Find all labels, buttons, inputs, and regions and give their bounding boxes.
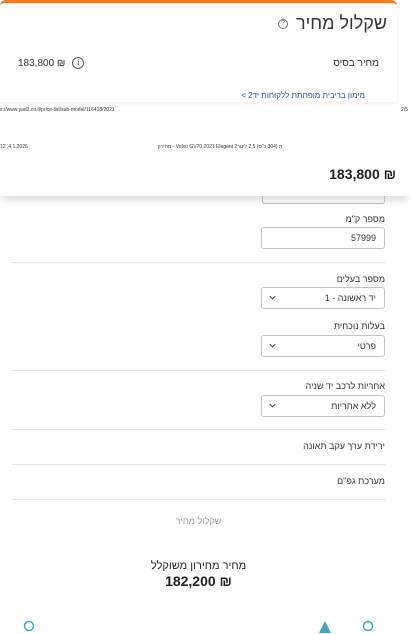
ownership-select[interactable]: פרטי [261, 335, 385, 357]
divider [12, 464, 385, 465]
price-weighting-card: שקלול מחיר ? 183,800 ₪ i מחיר בסיס מימון… [0, 0, 397, 102]
help-icon[interactable]: ? [277, 18, 288, 29]
owners-label: מספר בעלים [336, 274, 385, 284]
base-price-value: 183,800 ₪ [18, 57, 66, 69]
print-url: s://www.yad2.co.il/price-list/sub-model/… [0, 107, 115, 113]
chevron-down-icon [269, 295, 276, 300]
km-label: מספר ק"מ [345, 214, 385, 224]
owners-select-value: 1 - יד ראשונה [324, 293, 376, 303]
accident-devaluation-toggle[interactable]: ירידת ערך עקב תאונה [303, 441, 385, 451]
warranty-select-value: ללא אחריות [331, 401, 376, 411]
final-price-value: 182,200 ₪ [165, 573, 232, 589]
print-doc-title: מחירון - Volvo GV70 2021 Elegant 2ת (304… [158, 144, 283, 150]
sticky-price-value: 183,800 ₪ [329, 166, 396, 182]
chevron-down-icon [269, 343, 276, 348]
triangle-up-icon[interactable] [318, 620, 332, 634]
final-price-label: מחיר מחירון משוקלל [150, 560, 247, 572]
owners-select[interactable]: 1 - יד ראשונה [261, 287, 385, 309]
warranty-label: אחריות לרכב יד שניה [305, 381, 385, 391]
divider [12, 429, 385, 430]
ownership-select-value: פרטי [357, 341, 376, 351]
base-price-value-group: 183,800 ₪ i [18, 57, 85, 69]
print-page-number: 2/5 [401, 107, 408, 113]
print-date: 12 ,4,1,2026 [0, 144, 28, 150]
finance-link[interactable]: מימון בריבית מופחתת ללקוחות יד2 > [241, 91, 365, 100]
location-pin-icon[interactable] [23, 620, 35, 634]
km-input[interactable]: 57999 [261, 227, 385, 249]
ownership-label: בעלות נוכחית [333, 321, 385, 331]
base-price-row: 183,800 ₪ i מחיר בסיס [18, 55, 379, 71]
divider [12, 499, 385, 500]
divider [12, 262, 385, 263]
km-input-value: 57999 [350, 233, 376, 243]
card-header: שקלול מחיר ? [277, 13, 387, 34]
warranty-select[interactable]: ללא אחריות [261, 395, 385, 417]
base-price-label: מחיר בסיס [333, 57, 379, 69]
calculate-price-button[interactable]: שקלול מחיר [12, 516, 385, 526]
info-icon[interactable]: i [72, 57, 85, 69]
divider [12, 370, 385, 371]
previous-field-input[interactable] [262, 196, 385, 204]
page-title: שקלול מחיר [295, 13, 387, 33]
chevron-down-icon [269, 403, 276, 408]
search-icon[interactable] [362, 620, 374, 634]
lpg-system-toggle[interactable]: מערכת גפ"ם [337, 476, 385, 486]
